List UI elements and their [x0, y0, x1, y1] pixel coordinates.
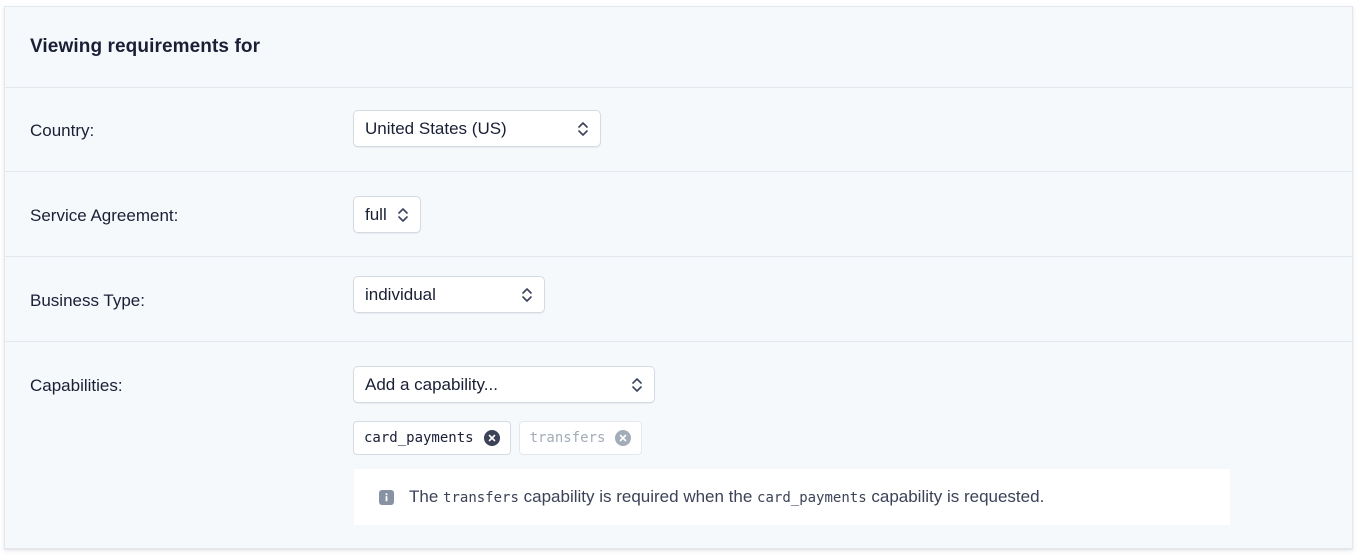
service-agreement-label: Service Agreement:: [30, 206, 179, 225]
business-type-select[interactable]: individual: [353, 276, 545, 313]
requirement-notice: The transfers capability is required whe…: [354, 469, 1230, 525]
capability-chips: card_payments transfers: [353, 421, 643, 455]
country-select-value: United States (US): [365, 118, 507, 138]
chip-label: transfers: [529, 430, 606, 446]
card-title: Viewing requirements for: [30, 36, 261, 57]
notice-text: The transfers capability is required whe…: [409, 487, 1044, 507]
country-row: Country: United States (US): [5, 88, 1352, 172]
service-agreement-row: Service Agreement: full: [5, 172, 1352, 257]
chip-label: card_payments: [364, 430, 474, 446]
business-type-row: Business Type: individual: [5, 257, 1352, 342]
capability-chip-transfers: transfers: [518, 421, 643, 455]
service-agreement-select[interactable]: full: [353, 196, 421, 233]
notice-text-part: The: [409, 487, 439, 506]
capability-select[interactable]: Add a capability...: [353, 366, 655, 403]
notice-code-transfers: transfers: [443, 490, 519, 506]
capabilities-row: Capabilities: Add a capability... card_p…: [5, 342, 1352, 548]
capability-chip-card-payments: card_payments: [353, 421, 511, 455]
chevron-up-down-icon: [521, 287, 533, 303]
notice-text-part: capability is requested.: [871, 487, 1045, 506]
business-type-select-value: individual: [365, 284, 436, 304]
business-type-label: Business Type:: [30, 291, 145, 310]
requirements-card: Viewing requirements for Country: United…: [4, 6, 1353, 549]
chevron-up-down-icon: [397, 207, 409, 223]
remove-chip-icon[interactable]: [483, 430, 500, 446]
card-header: Viewing requirements for: [5, 7, 1352, 88]
chevron-up-down-icon: [631, 377, 643, 393]
chevron-up-down-icon: [577, 121, 589, 137]
info-icon: [379, 489, 394, 505]
remove-chip-icon: [615, 430, 632, 446]
capabilities-label: Capabilities:: [30, 376, 123, 395]
country-label: Country:: [30, 121, 95, 140]
notice-code-card-payments: card_payments: [757, 490, 867, 506]
capability-select-placeholder: Add a capability...: [365, 374, 498, 394]
service-agreement-select-value: full: [365, 204, 387, 224]
notice-text-part: capability is required when the: [523, 487, 753, 506]
country-select[interactable]: United States (US): [353, 110, 601, 147]
